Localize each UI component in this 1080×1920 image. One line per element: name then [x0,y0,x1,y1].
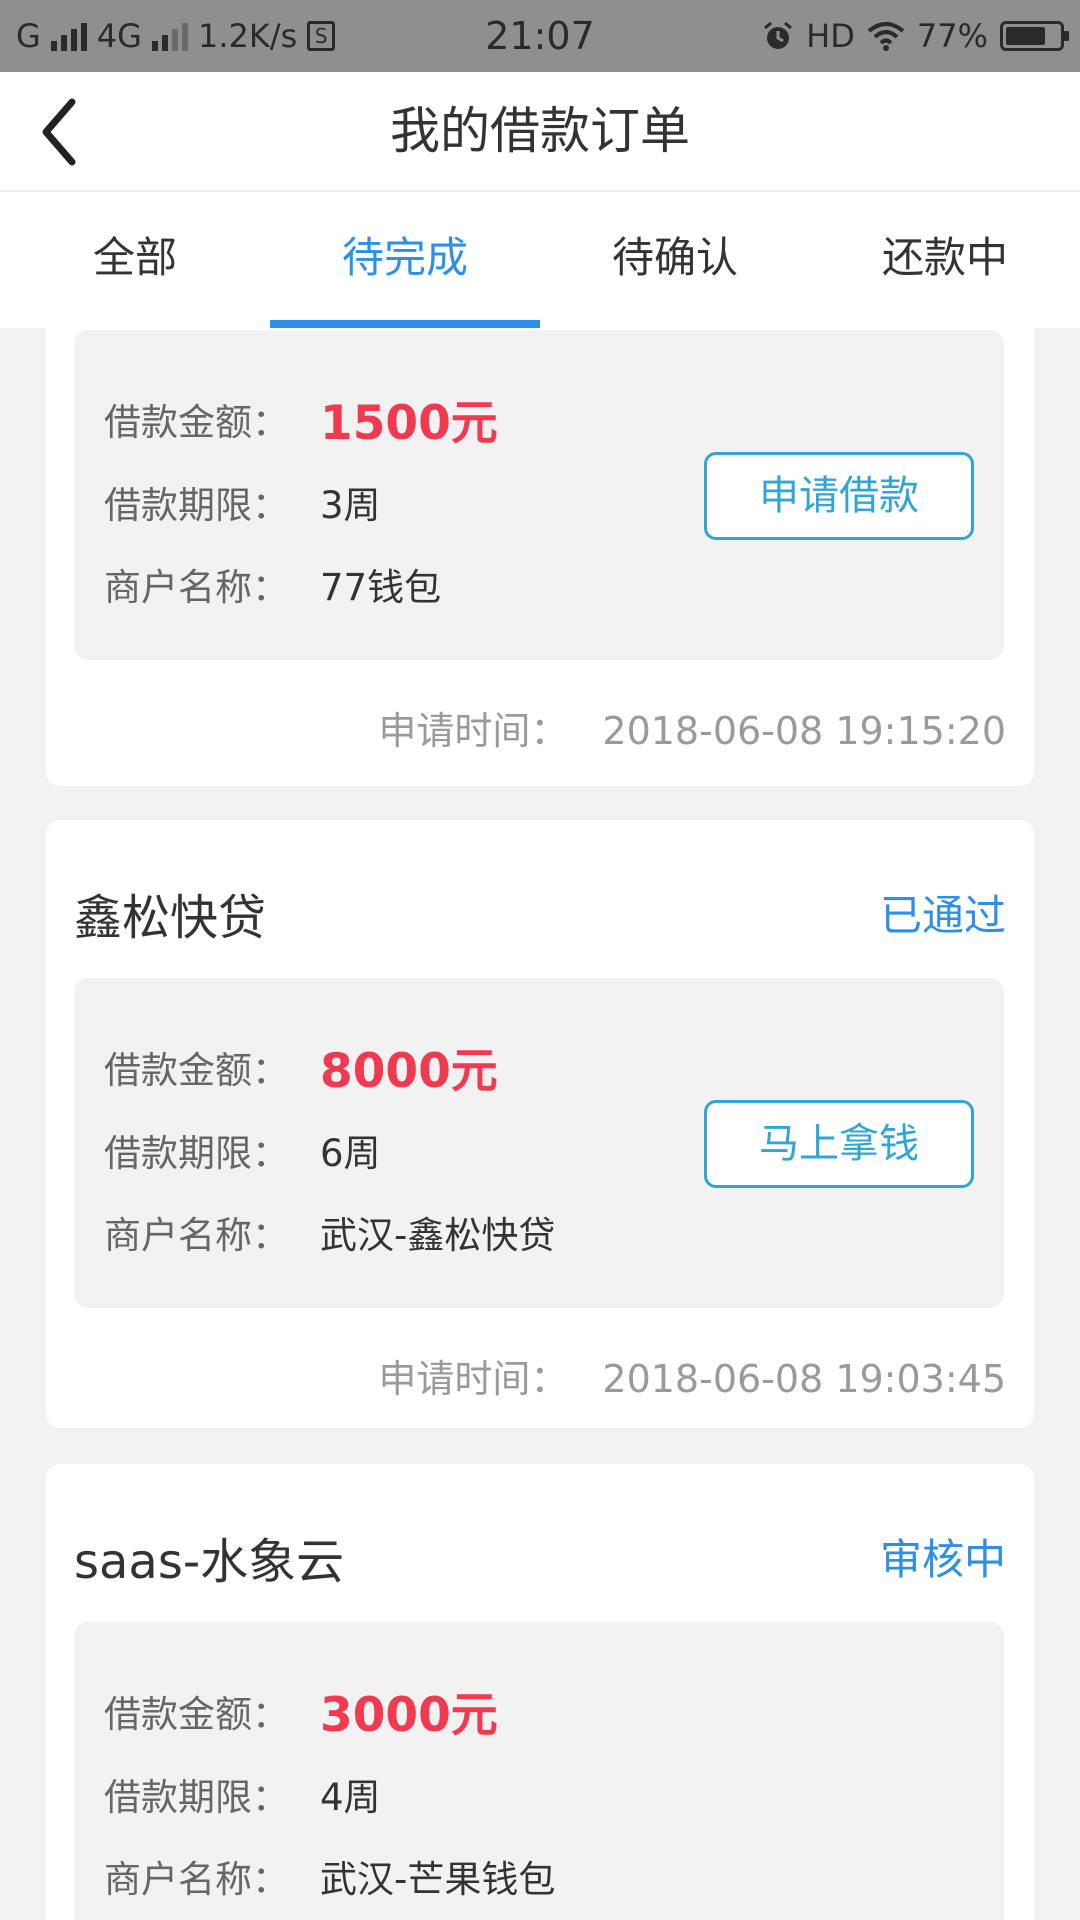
term-label: 借款期限： [104,1132,289,1175]
term-label: 借款期限： [104,484,289,527]
merchant-label: 商户名称： [104,1214,289,1257]
apply-time-label: 申请时间： [378,1357,569,1401]
amount-label: 借款金额： [104,1049,289,1092]
merchant-name: 武汉-鑫松快贷 [320,1214,556,1257]
order-info-box: 借款金额： 1500元 借款期限： 3周 商户名称： 77钱包 申请借款 [74,330,1004,660]
status-right: HD 77% [762,14,1069,58]
apply-loan-button[interactable]: 申请借款 [704,452,974,540]
order-title: 鑫松快贷 [74,890,267,946]
order-info-box: 借款金额： 3000元 借款期限： 4周 商户名称： 武汉-芒果钱包 [74,1622,1004,1920]
battery-icon [1000,21,1069,51]
term-label: 借款期限： [104,1776,289,1819]
merchant-name: 武汉-芒果钱包 [320,1858,556,1901]
tab-bar: 全部 待完成 待确认 还款中 [0,192,1080,328]
get-money-button[interactable]: 马上拿钱 [704,1100,974,1188]
order-info-box: 借款金额： 8000元 借款期限： 6周 商户名称： 武汉-鑫松快贷 马上拿钱 [74,978,1004,1308]
loan-amount: 1500元 [320,396,498,451]
order-card: 鑫松快贷 已通过 借款金额： 8000元 借款期限： 6周 商户名称： 武汉-鑫… [46,820,1034,1428]
tab-to-confirm[interactable]: 待确认 [540,192,810,328]
hd-label: HD [806,17,855,55]
amount-label: 借款金额： [104,401,289,444]
status-badge: 审核中 [879,1535,1006,1584]
status-bar: G 4G 1.2K/s S 21:07 HD 77% [0,0,1080,72]
order-list[interactable]: 借款金额： 1500元 借款期限： 3周 商户名称： 77钱包 申请借款 申请时… [0,328,1080,1920]
wifi-icon [867,22,905,51]
order-card: saas-水象云 审核中 借款金额： 3000元 借款期限： 4周 商户名称： … [46,1464,1034,1920]
order-card: 借款金额： 1500元 借款期限： 3周 商户名称： 77钱包 申请借款 申请时… [46,328,1034,786]
alarm-icon [764,21,793,49]
merchant-label: 商户名称： [104,566,289,609]
loan-amount: 8000元 [320,1044,498,1099]
active-tab-indicator [270,320,540,328]
merchant-name: 77钱包 [320,566,442,609]
battery-percent: 77% [916,17,988,55]
amount-label: 借款金额： [104,1693,289,1736]
page-title: 我的借款订单 [390,102,690,160]
battery-fill [1006,27,1045,45]
apply-time-label: 申请时间： [378,709,569,753]
merchant-label: 商户名称： [104,1858,289,1901]
loan-amount: 3000元 [320,1688,498,1743]
apply-time-value: 2018-06-08 19:03:45 [602,1357,1006,1401]
order-title: saas-水象云 [74,1534,345,1590]
apply-time: 申请时间： 2018-06-08 19:03:45 [378,1348,1006,1403]
loan-term: 6周 [320,1132,381,1175]
tab-pending[interactable]: 待完成 [270,192,540,328]
title-bar: 我的借款订单 [0,72,1080,192]
apply-time: 申请时间： 2018-06-08 19:15:20 [378,700,1006,755]
loan-term: 4周 [320,1776,381,1819]
apply-time-value: 2018-06-08 19:15:20 [602,709,1006,753]
loan-term: 3周 [320,484,381,527]
tab-all[interactable]: 全部 [0,192,270,328]
tab-repaying[interactable]: 还款中 [810,192,1080,328]
status-badge: 已通过 [879,891,1006,940]
